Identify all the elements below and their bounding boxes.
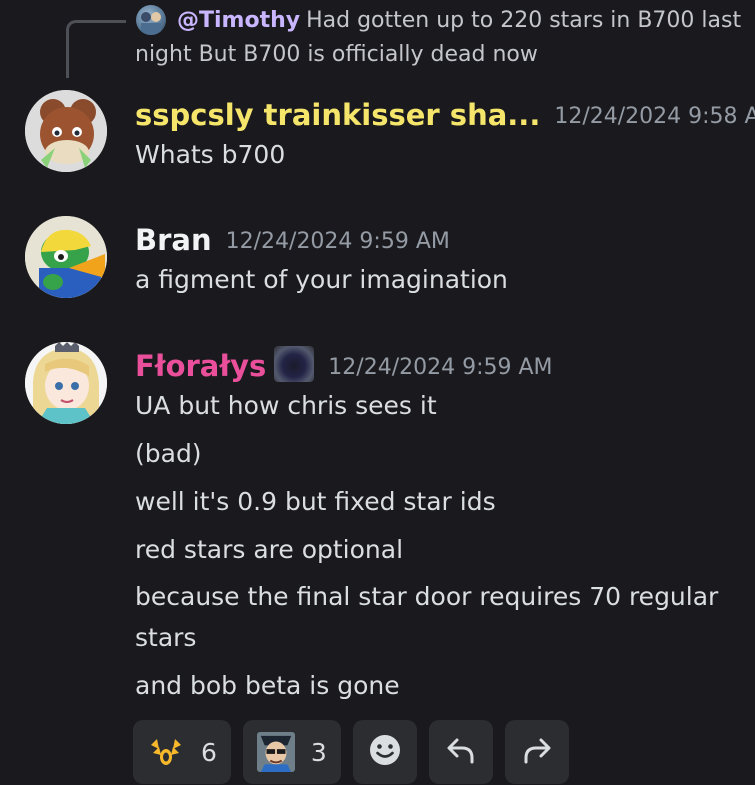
message-header: Bran 12/24/2024 9:59 AM — [135, 220, 450, 262]
reaction-count: 6 — [201, 737, 217, 767]
timestamp: 12/24/2024 9:59 AM — [225, 229, 450, 254]
message-text: (bad) — [135, 439, 202, 468]
message-text: UA but how chris sees it — [135, 391, 437, 420]
username[interactable]: sspcsly trainkisser sha... — [135, 98, 540, 132]
reaction-count: 3 — [310, 737, 327, 767]
message-text: a figment of your imagination — [135, 265, 508, 294]
reply-button[interactable] — [428, 720, 493, 784]
add-reaction-smiley-icon — [367, 732, 403, 772]
reaction-bar: 6 3 — [133, 720, 569, 784]
message-text: red stars are optional — [135, 535, 404, 564]
reply-author-name[interactable]: @Timothy — [177, 8, 300, 33]
custom-character-emoji-icon — [256, 732, 295, 772]
message-text: Whats b700 — [135, 140, 286, 169]
reply-preview[interactable]: @Timothy Had gotten up to 220 stars in B7… — [135, 4, 745, 72]
forward-arrow-icon — [520, 733, 554, 771]
message-text: because the final star door requires 70 … — [135, 582, 719, 611]
timestamp: 12/24/2024 9:58 AM — [554, 104, 755, 129]
user-avatar[interactable] — [25, 216, 107, 298]
timestamp: 12/24/2024 9:59 AM — [328, 355, 553, 380]
surprised-face-emoji-icon — [147, 733, 185, 771]
username[interactable]: Fłorałys — [135, 349, 266, 383]
user-avatar[interactable] — [25, 90, 107, 172]
forward-button[interactable] — [504, 720, 569, 784]
reaction-button[interactable]: 6 — [133, 720, 231, 784]
message-text: stars — [135, 623, 197, 652]
user-avatar[interactable] — [25, 342, 107, 424]
reaction-button[interactable]: 3 — [242, 720, 341, 784]
reply-connector-line — [66, 20, 126, 78]
message-text: well it's 0.9 but fixed star ids — [135, 487, 496, 516]
message-text: and bob beta is gone — [135, 671, 400, 700]
message-header: Fłorałys 12/24/2024 9:59 AM — [135, 346, 553, 388]
message-header: sspcsly trainkisser sha... 12/24/2024 9:5… — [135, 95, 755, 137]
role-badge-icon[interactable] — [274, 346, 315, 382]
add-reaction-button[interactable] — [352, 720, 417, 784]
reply-arrow-icon — [444, 733, 478, 771]
username[interactable]: Bran — [135, 223, 212, 257]
